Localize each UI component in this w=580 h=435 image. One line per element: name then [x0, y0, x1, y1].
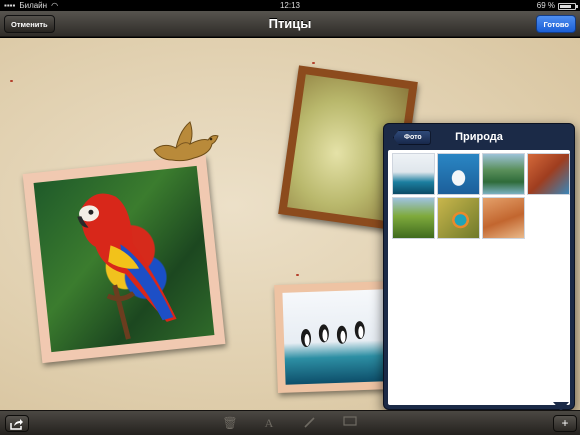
thumbnail-river-valley[interactable]: [482, 153, 525, 195]
thumbnail-desert-dunes[interactable]: [482, 197, 525, 239]
photo-frame-penguins[interactable]: [274, 280, 398, 394]
status-time: 12:13: [279, 1, 301, 10]
decor-speck: [312, 62, 315, 64]
thumbnail-green-hills[interactable]: [392, 197, 435, 239]
photo-penguins: [282, 289, 390, 385]
decor-speck: [296, 274, 299, 276]
status-bar: ▪▪▪▪ Билайн ◠ 12:13 69 %: [0, 0, 580, 11]
nav-bar: Отменить Птицы Готово: [0, 11, 580, 37]
thumbnail-kingfisher[interactable]: [437, 197, 480, 239]
dove-icon[interactable]: [150, 120, 222, 166]
thumbnail-polar-bear[interactable]: [437, 153, 480, 195]
thumbnail-red-canyon[interactable]: [527, 153, 570, 195]
thumbnail-list: [388, 150, 570, 405]
page-title: Птицы: [268, 16, 312, 31]
photo-frame-parrot[interactable]: [22, 154, 226, 364]
frame-icon[interactable]: [342, 415, 358, 431]
popover-title: Природа: [455, 131, 503, 143]
pen-icon[interactable]: [302, 415, 318, 431]
photo-picker-popover: Фото Природа: [383, 123, 575, 410]
decor-speck: [10, 80, 13, 82]
photo-parrot: [33, 165, 215, 353]
share-icon: [10, 419, 23, 430]
text-button[interactable]: A: [261, 415, 277, 431]
add-button[interactable]: +: [553, 415, 577, 432]
done-button[interactable]: Готово: [536, 15, 576, 33]
share-button[interactable]: [5, 415, 29, 432]
popover-header: Фото Природа: [387, 124, 571, 148]
trash-icon[interactable]: 🗑: [222, 415, 238, 431]
battery-icon: [558, 3, 578, 10]
bottom-toolbar: 🗑 A +: [0, 410, 580, 435]
battery-percent: 69 %: [536, 1, 555, 10]
thumbnail-penguins[interactable]: [392, 153, 435, 195]
